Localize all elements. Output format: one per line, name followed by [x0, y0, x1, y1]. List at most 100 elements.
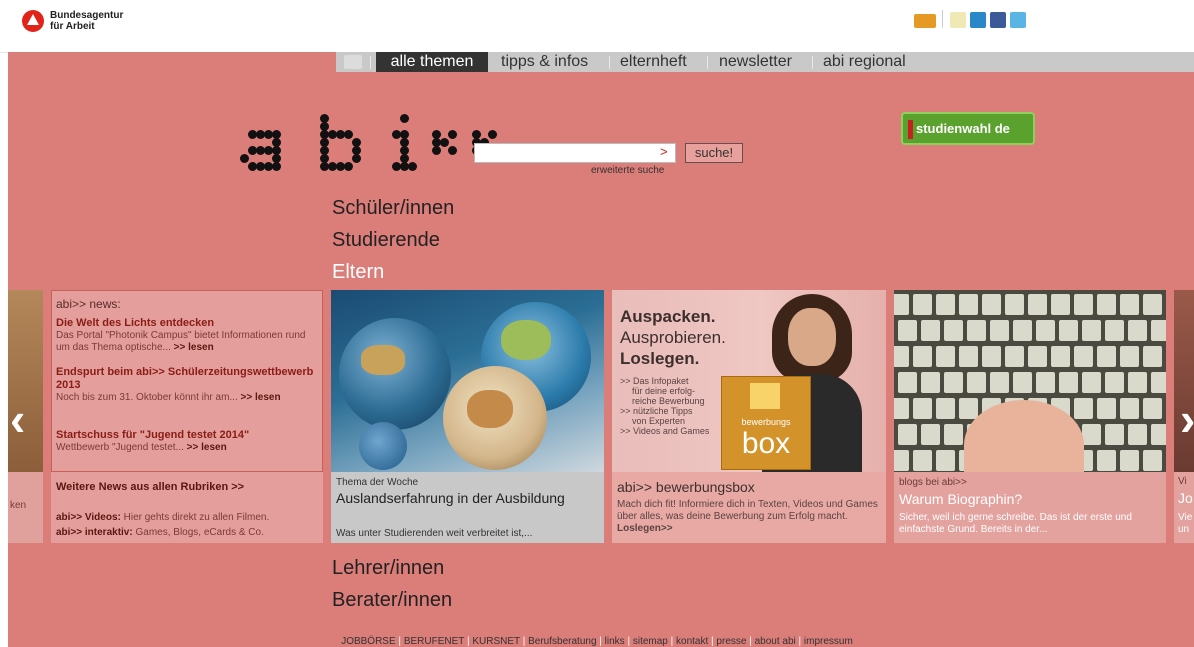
news-item-title[interactable]: Die Welt des Lichts entdecken — [56, 317, 214, 329]
globe-land — [361, 345, 405, 375]
home-icon[interactable] — [344, 55, 362, 69]
news-item-excerpt: Wettbewerb "Jugend testet... — [56, 442, 184, 453]
linkedin-icon[interactable] — [970, 12, 986, 28]
header-divider — [942, 10, 943, 28]
nav-separator — [812, 56, 813, 69]
footer-link[interactable]: sitemap — [633, 636, 668, 647]
box-logo-small: bewerbungs — [741, 417, 791, 427]
keyboard-image[interactable] — [894, 290, 1166, 472]
keyboard-key — [913, 346, 932, 367]
box-bullets: >> Das Infopaket für deine erfolg- reich… — [620, 376, 720, 436]
news-item-text: Noch bis zum 31. Oktober könnt ihr am...… — [56, 392, 296, 404]
footer-link[interactable]: impressum — [804, 636, 853, 647]
nav-newsletter[interactable]: newsletter — [719, 52, 792, 72]
search-input[interactable] — [474, 143, 676, 163]
keyboard-key — [1143, 294, 1162, 315]
carousel-prev-arrow[interactable]: ‹ — [10, 392, 25, 446]
keyboard-key — [1082, 424, 1101, 445]
keyboard-key — [1120, 346, 1139, 367]
keyboard-key — [1013, 372, 1032, 393]
twitter-icon[interactable] — [1010, 12, 1026, 28]
keyboard-key — [936, 398, 955, 419]
nav-elternheft[interactable]: elternheft — [620, 52, 687, 72]
keyboard-key — [1151, 424, 1166, 445]
audience-schueler[interactable]: Schüler/innen — [332, 197, 454, 220]
ba-logo-icon[interactable] — [22, 10, 44, 32]
news-item-title[interactable]: Endspurt beim abi>> Schülerzeitungswettb… — [56, 366, 320, 392]
keyboard-key — [1120, 398, 1139, 419]
search-go-arrow[interactable]: > — [660, 143, 668, 161]
keyboard-key — [990, 320, 1009, 341]
carousel-next-arrow[interactable]: › — [1180, 392, 1194, 446]
audience-eltern[interactable]: Eltern — [332, 261, 384, 284]
footer-link[interactable]: Berufsberatung — [528, 636, 596, 647]
all-news-link[interactable]: Weitere News aus allen Rubriken >> — [56, 481, 244, 493]
keyboard-key — [921, 320, 940, 341]
advanced-search-link[interactable]: erweiterte suche — [591, 165, 664, 176]
facebook-icon[interactable] — [990, 12, 1006, 28]
partial-card-left-text: ken — [10, 500, 27, 511]
globe-image[interactable] — [331, 290, 604, 472]
abi-logo[interactable] — [240, 112, 497, 174]
footer-separator: | — [667, 636, 677, 647]
audience-berater[interactable]: Berater/innen — [332, 589, 452, 612]
keyboard-key — [1120, 294, 1139, 315]
keyboard-key — [1028, 346, 1047, 367]
footer-link[interactable]: KURSNET — [472, 636, 520, 647]
footer-link[interactable]: kontakt — [676, 636, 708, 647]
footer-link[interactable]: presse — [716, 636, 746, 647]
news-item-title[interactable]: Startschuss für "Jugend testet 2014" — [56, 429, 249, 441]
keyboard-key — [1097, 450, 1116, 471]
search-button[interactable]: suche! — [685, 143, 743, 163]
keyboard-key — [1105, 424, 1124, 445]
news-item-more-link[interactable]: >> lesen — [241, 392, 281, 403]
agency-name[interactable]: Bundesagentur für Arbeit — [50, 10, 123, 32]
audience-studierende[interactable]: Studierende — [332, 229, 440, 252]
news-item-more-link[interactable]: >> lesen — [187, 442, 227, 453]
keyboard-key — [1036, 320, 1055, 341]
mail-icon[interactable] — [914, 14, 936, 28]
globe-title[interactable]: Auslandserfahrung in der Ausbildung — [336, 490, 598, 506]
audience-lehrer[interactable]: Lehrer/innen — [332, 557, 444, 580]
keyboard-key — [894, 398, 909, 419]
keyboard-key — [1097, 346, 1116, 367]
logo-dot — [272, 162, 281, 171]
videos-line[interactable]: abi>> Videos: Hier gehts direkt zu allen… — [56, 512, 269, 523]
keyboard-key — [898, 320, 917, 341]
keyboard-key — [1151, 320, 1166, 341]
nav-abi-regional[interactable]: abi regional — [823, 52, 906, 72]
nav-alle-themen[interactable]: alle themen — [376, 52, 488, 72]
keyboard-key — [1074, 294, 1093, 315]
keyboard-key — [1051, 346, 1070, 367]
keyboard-key — [1128, 424, 1147, 445]
keyboard-key — [982, 294, 1001, 315]
nav-tipps-infos[interactable]: tipps & infos — [501, 52, 588, 72]
footer-link[interactable]: links — [605, 636, 625, 647]
studienwahl-button[interactable]: studienwahl de — [901, 112, 1035, 145]
footer-link[interactable]: BERUFENET — [404, 636, 464, 647]
keyboard-key — [1074, 346, 1093, 367]
keyboard-key — [898, 424, 917, 445]
blog-title[interactable]: Warum Biographin? — [899, 491, 1022, 507]
bewerbungsbox-logo: bewerbungs box — [721, 376, 811, 470]
keyboard-key — [1082, 320, 1101, 341]
globe-land — [467, 390, 513, 428]
videos-text: Hier gehts direkt zu allen Filmen. — [123, 512, 270, 523]
interactive-line[interactable]: abi>> interaktiv: Games, Blogs, eCards &… — [56, 527, 264, 538]
keyboard-key — [1128, 372, 1147, 393]
keyboard-key — [921, 424, 940, 445]
blog-kicker: blogs bei abi>> — [899, 477, 967, 488]
logo-dot — [448, 130, 457, 139]
logo-dot — [432, 146, 441, 155]
box-title[interactable]: abi>> bewerbungsbox — [617, 479, 755, 495]
keyboard-key — [1028, 294, 1047, 315]
keyboard-key — [913, 450, 932, 471]
box-more-link[interactable]: Loslegen>> — [617, 523, 673, 534]
footer-link[interactable]: JOBBÖRSE — [341, 636, 395, 647]
footer-links: JOBBÖRSE | BERUFENET | KURSNET | Berufsb… — [0, 636, 1194, 647]
xing-icon[interactable] — [950, 12, 966, 28]
news-item-text: Wettbewerb "Jugend testet... >> lesen — [56, 442, 227, 453]
partial-card-right-text: Vi — [1178, 476, 1187, 487]
news-item-more-link[interactable]: >> lesen — [174, 342, 214, 353]
footer-link[interactable]: about abi — [755, 636, 796, 647]
